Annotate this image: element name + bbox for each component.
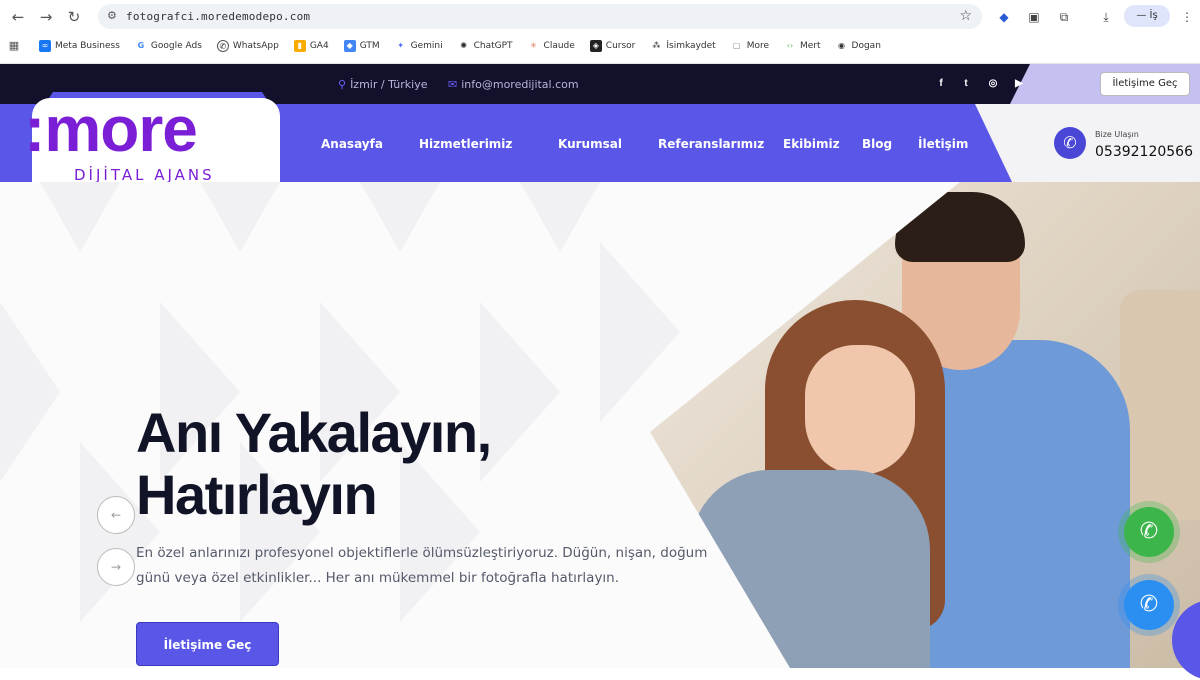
bookmark-cursor[interactable]: ◈ Cursor <box>589 40 635 52</box>
whatsapp-float-button[interactable]: ✆ <box>1124 507 1174 557</box>
bookmark-mert[interactable]: ‹› Mert <box>784 40 821 52</box>
whatsapp-icon: ✆ <box>1139 519 1159 544</box>
nav-item-ekibimiz[interactable]: Ekibimiz <box>783 137 840 151</box>
bookmark-claude[interactable]: ✳ Claude <box>527 40 575 52</box>
bookmark-gtm[interactable]: ◆ GTM <box>343 40 380 52</box>
contact-label: Bize Ulaşın <box>1095 130 1139 139</box>
hero-contact-button[interactable]: İletişime Geç <box>136 622 279 666</box>
profile-button[interactable]: — İş <box>1124 5 1170 27</box>
menu-dots-icon[interactable]: ⋮ <box>1178 8 1196 26</box>
bookmark-google-ads[interactable]: G Google Ads <box>134 40 202 52</box>
bookmarks-bar: ▦ ∞ Meta Business G Google Ads ✆ WhatsApp ▮… <box>8 38 896 54</box>
bookmark-gemini[interactable]: ✦ Gemini <box>394 40 443 52</box>
woman-face-shape <box>805 345 915 475</box>
hero-description: En özel anlarınızı profesyonel objektifl… <box>136 545 708 586</box>
bookmark-whatsapp[interactable]: ✆ WhatsApp <box>216 40 279 52</box>
hero-title-line-1: Anı Yakalayın, <box>136 401 492 464</box>
hero-title: Anı Yakalayın, Hatırlayın <box>136 402 656 526</box>
twitter-icon[interactable]: t <box>959 77 973 91</box>
bookmark-more[interactable]: ▢ More <box>730 40 769 52</box>
nav-item-blog[interactable]: Blog <box>862 137 892 151</box>
nav-item-hizmetlerimiz[interactable]: Hizmetlerimiz <box>419 137 512 151</box>
slider-prev-arrow-icon[interactable]: ← <box>97 496 135 534</box>
nav-item-kurumsal[interactable]: Kurumsal <box>558 137 622 151</box>
forward-icon[interactable]: → <box>36 8 56 26</box>
facebook-icon[interactable]: f <box>934 77 948 91</box>
instagram-icon[interactable]: ◎ <box>986 77 1000 91</box>
bookmark-ga4[interactable]: ▮ GA4 <box>293 40 329 52</box>
url-text: fotografci.moredemodepo.com <box>126 10 311 23</box>
back-icon[interactable]: ← <box>8 8 28 26</box>
location-pin-icon: ⚲ <box>338 78 347 91</box>
youtube-icon[interactable]: ▶ <box>1012 77 1026 91</box>
bookmark-chatgpt[interactable]: ✺ ChatGPT <box>457 40 513 52</box>
phone-icon[interactable]: ✆ <box>1054 127 1086 159</box>
envelope-icon: ✉ <box>448 78 458 91</box>
bookmark-star-icon[interactable]: ☆ <box>959 8 972 24</box>
browser-chrome: ← → ↻ ⚙ fotografci.moredemodepo.com ☆ ◆ … <box>0 0 1200 64</box>
site-info-icon[interactable]: ⚙ <box>107 10 119 22</box>
nav-item-iletisim[interactable]: İletişim <box>918 137 968 151</box>
phone-call-icon: ✆ <box>1139 592 1159 617</box>
slider-next-arrow-icon[interactable]: → <box>97 548 135 586</box>
extension-icon[interactable]: ◆ <box>995 8 1013 26</box>
download-icon[interactable]: ⤓ <box>1097 8 1115 26</box>
nav-item-referanslarimiz[interactable]: Referanslarımız <box>658 137 764 151</box>
extensions-puzzle-icon[interactable]: ⧉ <box>1055 8 1073 26</box>
bookmark-dogan[interactable]: ◉ Dogan <box>835 40 881 52</box>
location-info: ⚲ İzmir / Türkiye <box>338 78 428 91</box>
sofa-shape <box>1120 290 1200 520</box>
topbar-contact-button[interactable]: İletişime Geç <box>1100 72 1190 96</box>
hero-title-line-2: Hatırlayın <box>136 463 378 526</box>
header-phone-number[interactable]: 05392120566 <box>1095 144 1193 160</box>
nav-item-anasayfa[interactable]: Anasayfa <box>321 137 383 151</box>
address-bar[interactable]: ⚙ fotografci.moredemodepo.com ☆ <box>98 4 982 29</box>
bookmark-meta-business[interactable]: ∞ Meta Business <box>39 40 120 52</box>
extension-icon[interactable]: ▣ <box>1025 8 1043 26</box>
reload-icon[interactable]: ↻ <box>64 8 84 26</box>
phone-float-button[interactable]: ✆ <box>1124 580 1174 630</box>
apps-icon[interactable]: ▦ <box>8 40 24 52</box>
site-logo[interactable]: :more <box>24 92 198 166</box>
email-info[interactable]: ✉ info@moredijital.com <box>448 78 579 91</box>
bookmark-isimkaydet[interactable]: ⁂ İsimkaydet <box>650 40 716 52</box>
